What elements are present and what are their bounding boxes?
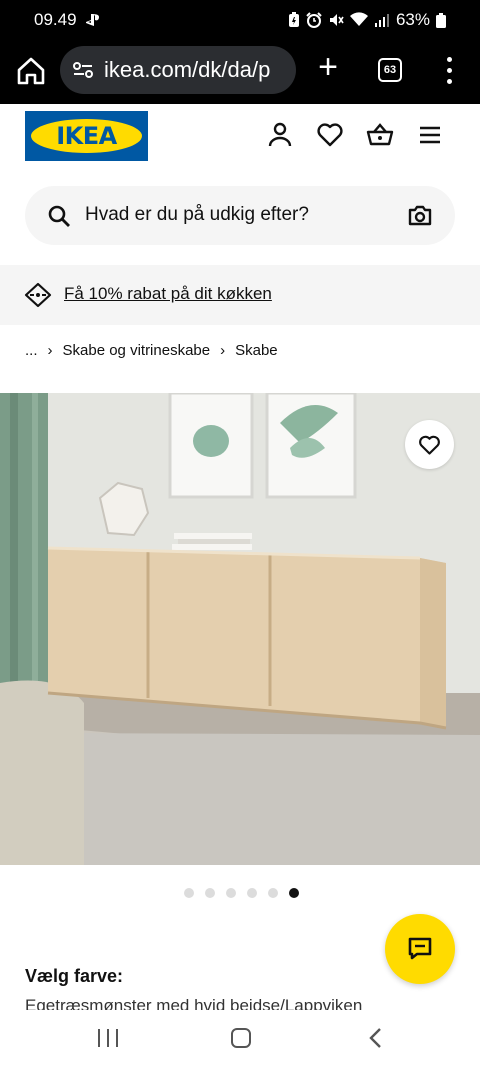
product-image[interactable]: [0, 393, 480, 865]
breadcrumb-item-cabinets-vitrines[interactable]: Skabe og vitrineskabe: [63, 342, 211, 359]
carousel-dot[interactable]: [268, 888, 278, 898]
promo-banner: Få 10% rabat på dit køkken: [0, 265, 480, 325]
address-bar[interactable]: ikea.com/dk/da/p: [60, 46, 296, 94]
person-icon[interactable]: [265, 120, 295, 150]
new-tab-button[interactable]: +: [312, 50, 344, 84]
search-icon: [48, 205, 70, 227]
promo-link[interactable]: Få 10% rabat på dit køkken: [64, 284, 272, 304]
carousel-dot[interactable]: [205, 888, 215, 898]
search-placeholder: Hvad er du på udkig efter?: [85, 204, 309, 225]
color-label: Vælg farve:: [25, 966, 124, 986]
browser-home-icon[interactable]: [14, 54, 48, 88]
site-header: IKEA: [0, 104, 480, 168]
carousel-dot[interactable]: [247, 888, 257, 898]
battery-icon: [436, 13, 446, 28]
heart-icon[interactable]: [315, 120, 345, 150]
wifi-icon: [349, 12, 368, 26]
battery-saver-icon: [288, 12, 299, 27]
heart-icon: [419, 435, 440, 455]
wishlist-button[interactable]: [405, 420, 454, 469]
logo-text: IKEA: [56, 122, 117, 150]
home-button[interactable]: [231, 1028, 251, 1048]
battery-percent: 63%: [395, 10, 430, 29]
image-carousel-dots: [184, 888, 299, 898]
breadcrumb: ... › Skabe og vitrineskabe › Skabe: [25, 342, 278, 359]
mute-icon: [329, 14, 344, 26]
basket-icon[interactable]: [365, 120, 395, 150]
chevron-right-icon: ›: [220, 342, 226, 359]
alarm-icon: [306, 12, 322, 28]
hamburger-icon[interactable]: [415, 120, 445, 150]
chat-icon: [408, 937, 432, 960]
tab-switcher-button[interactable]: 63: [378, 58, 402, 82]
breadcrumb-item-cabinets[interactable]: Skabe: [235, 342, 278, 359]
signal-icon: [374, 14, 389, 27]
camera-icon[interactable]: [407, 203, 433, 227]
site-settings-icon[interactable]: [72, 61, 94, 79]
status-time-group: 09.49: [34, 10, 101, 30]
product-photo: [0, 393, 480, 865]
chat-button[interactable]: [385, 914, 455, 984]
status-bar: 09.49 63%: [0, 0, 480, 40]
breadcrumb-ellipsis[interactable]: ...: [25, 342, 38, 359]
ikea-logo[interactable]: IKEA: [25, 111, 148, 161]
system-nav-bar: [0, 1010, 480, 1067]
browser-toolbar: ikea.com/dk/da/p + 63: [0, 40, 480, 104]
back-icon[interactable]: [368, 1027, 384, 1049]
recent-apps-button[interactable]: [98, 1029, 118, 1047]
carousel-dot[interactable]: [289, 888, 299, 898]
price-tag-icon: [24, 282, 52, 308]
carousel-dot[interactable]: [226, 888, 236, 898]
chevron-right-icon: ›: [47, 342, 53, 359]
status-time: 09.49: [34, 10, 77, 29]
playstation-icon: [85, 14, 99, 26]
browser-menu-button[interactable]: [442, 54, 456, 86]
url-text: ikea.com/dk/da/p: [104, 57, 271, 82]
search-input[interactable]: Hvad er du på udkig efter?: [25, 186, 455, 245]
status-icons: 63%: [288, 10, 446, 30]
color-value: Egetræsmønster med hvid bejdse/Lappviken: [25, 996, 363, 1010]
carousel-dot[interactable]: [184, 888, 194, 898]
